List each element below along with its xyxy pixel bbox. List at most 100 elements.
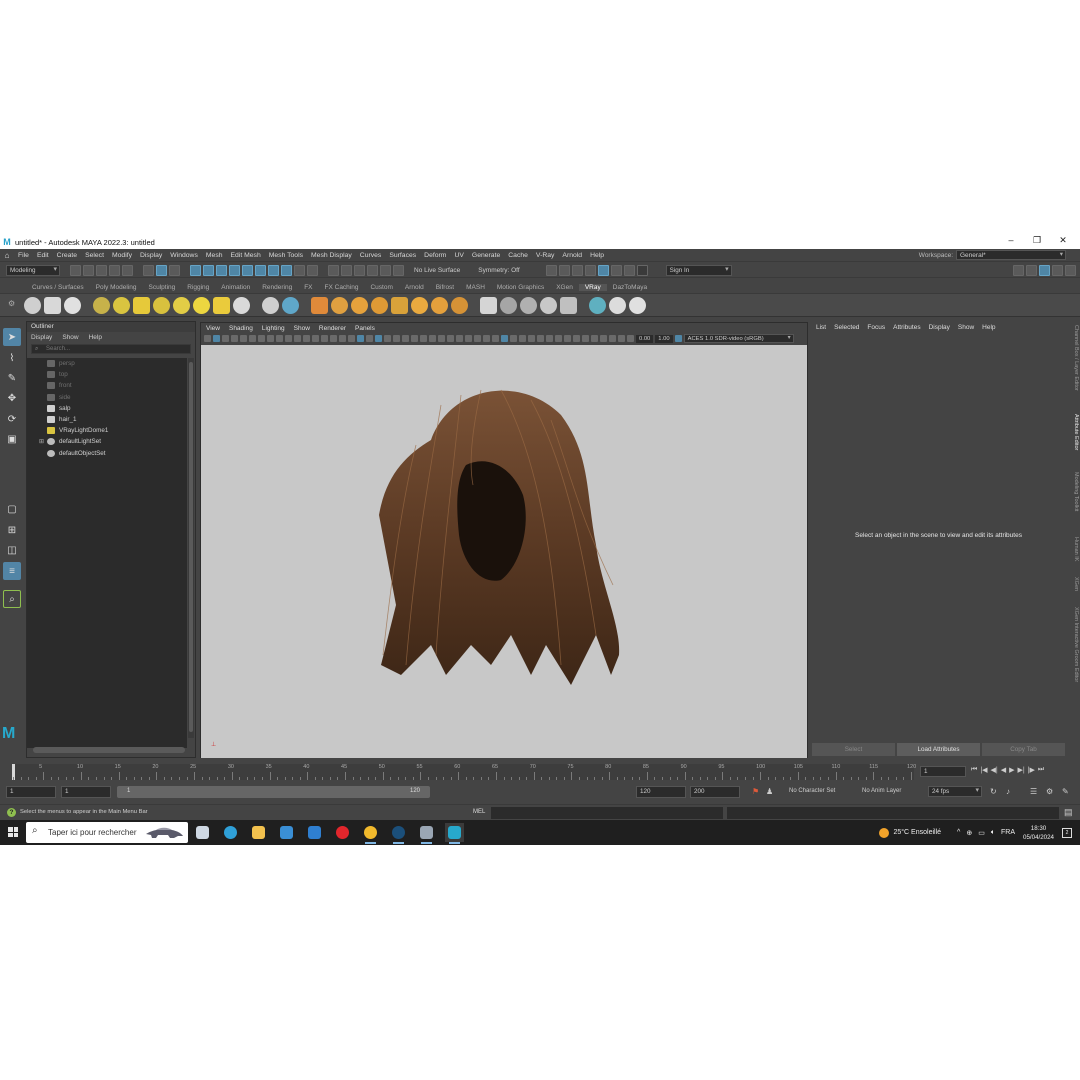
shelf-tool-22-icon[interactable] bbox=[480, 296, 497, 314]
viewport-tool-10-icon[interactable] bbox=[285, 335, 292, 342]
viewport-tool-29-icon[interactable] bbox=[456, 335, 463, 342]
step-back-frame-icon[interactable]: ◀| bbox=[991, 766, 998, 774]
viewport-tool-46-icon[interactable] bbox=[609, 335, 616, 342]
two-panel-layout-icon[interactable]: ◫ bbox=[3, 541, 21, 559]
settings-gear-icon[interactable]: ⚙ bbox=[1046, 787, 1053, 796]
menu-display[interactable]: Display bbox=[136, 252, 166, 259]
viewport-tool-14-icon[interactable] bbox=[321, 335, 328, 342]
loop-icon[interactable]: ↻ bbox=[990, 787, 997, 796]
battery-icon[interactable]: ▭ bbox=[978, 829, 985, 837]
viewport-tool-15-icon[interactable] bbox=[330, 335, 337, 342]
select-hierarchy-icon[interactable] bbox=[143, 264, 154, 276]
shelf-tool-4-icon[interactable] bbox=[93, 296, 110, 314]
rotate-tool-icon[interactable]: ⟳ bbox=[3, 410, 21, 428]
viewport-tool-27-icon[interactable] bbox=[438, 335, 445, 342]
shelf-tool-16-icon[interactable] bbox=[351, 296, 368, 314]
outliner-vscrollbar[interactable] bbox=[188, 358, 194, 738]
viewport-tool-25-icon[interactable] bbox=[420, 335, 427, 342]
tab-xgen[interactable]: XGen bbox=[1073, 577, 1079, 591]
taskbar-app-file-explorer[interactable] bbox=[249, 823, 268, 842]
workspace-dropdown[interactable]: General* bbox=[956, 250, 1066, 260]
shelf-tab-fx-caching[interactable]: FX Caching bbox=[319, 284, 365, 291]
menu-generate[interactable]: Generate bbox=[468, 252, 504, 259]
notifications-icon[interactable]: 2 bbox=[1062, 827, 1072, 838]
shelf-tab-vray[interactable]: VRay bbox=[578, 284, 607, 291]
render-view-icon[interactable] bbox=[610, 264, 622, 276]
viewport-tool-7-icon[interactable] bbox=[258, 335, 265, 342]
menu-arnold[interactable]: Arnold bbox=[558, 252, 586, 259]
shelf-tool-6-icon[interactable] bbox=[133, 296, 150, 314]
animation-start-field[interactable]: 1 bbox=[6, 786, 56, 798]
tab-xgen-groom-editor[interactable]: XGen Interactive Groom Editor bbox=[1073, 607, 1079, 682]
pick-mask-3-icon[interactable] bbox=[216, 264, 227, 276]
volume-icon[interactable]: 🔈︎ bbox=[991, 829, 995, 837]
attribute-menu-display[interactable]: Display bbox=[929, 324, 950, 331]
shelf-tool-26-icon[interactable] bbox=[560, 296, 577, 314]
menu-curves[interactable]: Curves bbox=[356, 252, 386, 259]
network-icon[interactable]: ⊕ bbox=[966, 829, 972, 837]
viewport-canvas[interactable]: ⊥ bbox=[201, 345, 807, 758]
scale-tool-icon[interactable]: ▣ bbox=[3, 430, 21, 448]
shelf-tool-14-icon[interactable] bbox=[311, 296, 328, 314]
animation-end-field[interactable]: 200 bbox=[690, 786, 740, 798]
menu-cache[interactable]: Cache bbox=[504, 252, 532, 259]
shelf-tool-25-icon[interactable] bbox=[540, 296, 557, 314]
viewport-tool-17-icon[interactable] bbox=[348, 335, 355, 342]
animation-prefs-icon[interactable]: ✎ bbox=[1062, 787, 1069, 796]
anim-layer-dropdown[interactable]: No Anim Layer bbox=[862, 788, 901, 794]
menu-edit[interactable]: Edit bbox=[33, 252, 53, 259]
step-back-key-icon[interactable]: |◀ bbox=[980, 766, 987, 774]
character-set-icon[interactable]: ♟ bbox=[766, 787, 773, 796]
viewport-tool-18-icon[interactable] bbox=[357, 335, 364, 342]
tab-human-ik[interactable]: Human IK bbox=[1073, 537, 1079, 561]
viewport-tool-43-icon[interactable] bbox=[582, 335, 589, 342]
shelf-tool-8-icon[interactable] bbox=[173, 296, 190, 314]
shelf-tool-1-icon[interactable] bbox=[24, 296, 41, 314]
panel-icon[interactable] bbox=[1026, 264, 1037, 276]
shelf-tab-poly-modeling[interactable]: Poly Modeling bbox=[90, 284, 143, 291]
viewport-tool-47-icon[interactable] bbox=[618, 335, 625, 342]
menu-file[interactable]: File bbox=[14, 252, 33, 259]
snap-curve-icon[interactable] bbox=[341, 264, 352, 276]
menu-set-dropdown[interactable]: Modeling bbox=[6, 264, 60, 276]
shelf-tool-7-icon[interactable] bbox=[153, 296, 170, 314]
snap-view-icon[interactable] bbox=[367, 264, 378, 276]
taskbar-app-maya[interactable] bbox=[445, 823, 464, 844]
pick-mask-8-icon[interactable] bbox=[281, 264, 292, 276]
outliner-item[interactable]: front bbox=[27, 380, 187, 391]
shelf-tool-9-icon[interactable] bbox=[193, 296, 210, 314]
outliner-item[interactable]: side bbox=[27, 392, 187, 403]
new-scene-icon[interactable] bbox=[70, 264, 81, 276]
shelf-tool-13-icon[interactable] bbox=[282, 296, 299, 314]
viewport-tool-39-icon[interactable] bbox=[546, 335, 553, 342]
home-icon[interactable]: ⌂ bbox=[0, 251, 14, 260]
viewport-tool-2-icon[interactable] bbox=[213, 335, 220, 342]
windows-start-icon[interactable] bbox=[8, 827, 18, 837]
shelf-tab-rendering[interactable]: Rendering bbox=[256, 284, 298, 291]
command-input[interactable] bbox=[491, 807, 723, 819]
menu-mesh-display[interactable]: Mesh Display bbox=[307, 252, 356, 259]
menu-select[interactable]: Select bbox=[81, 252, 108, 259]
menu-v-ray[interactable]: V-Ray bbox=[532, 252, 559, 259]
viewport-tool-5-icon[interactable] bbox=[240, 335, 247, 342]
playback-start-field[interactable]: 1 bbox=[61, 786, 111, 798]
outliner-item[interactable]: VRayLightDome1 bbox=[27, 425, 187, 436]
go-to-start-icon[interactable]: ⏮ bbox=[971, 766, 977, 774]
attribute-menu-selected[interactable]: Selected bbox=[834, 324, 859, 331]
viewport-tool-28-icon[interactable] bbox=[447, 335, 454, 342]
menu-deform[interactable]: Deform bbox=[420, 252, 450, 259]
minimize-button[interactable]: – bbox=[998, 235, 1024, 246]
viewport-tool-37-icon[interactable] bbox=[528, 335, 535, 342]
shelf-tab-rigging[interactable]: Rigging bbox=[181, 284, 215, 291]
viewport-tool-41-icon[interactable] bbox=[564, 335, 571, 342]
clock[interactable]: 18:30 05/04/2024 bbox=[1023, 824, 1054, 842]
taskbar-app-store[interactable] bbox=[277, 823, 296, 842]
tab-channel-box[interactable]: Channel Box / Layer Editor bbox=[1073, 325, 1079, 391]
restore-button[interactable]: ❐ bbox=[1024, 235, 1050, 246]
vray-render-icon[interactable] bbox=[623, 264, 635, 276]
snap-point-icon[interactable] bbox=[354, 264, 365, 276]
shelf-tab-xgen[interactable]: XGen bbox=[550, 284, 579, 291]
channel-box-icon[interactable] bbox=[1065, 264, 1076, 276]
viewport-tool-34-icon[interactable] bbox=[501, 335, 508, 342]
viewport-tool-40-icon[interactable] bbox=[555, 335, 562, 342]
